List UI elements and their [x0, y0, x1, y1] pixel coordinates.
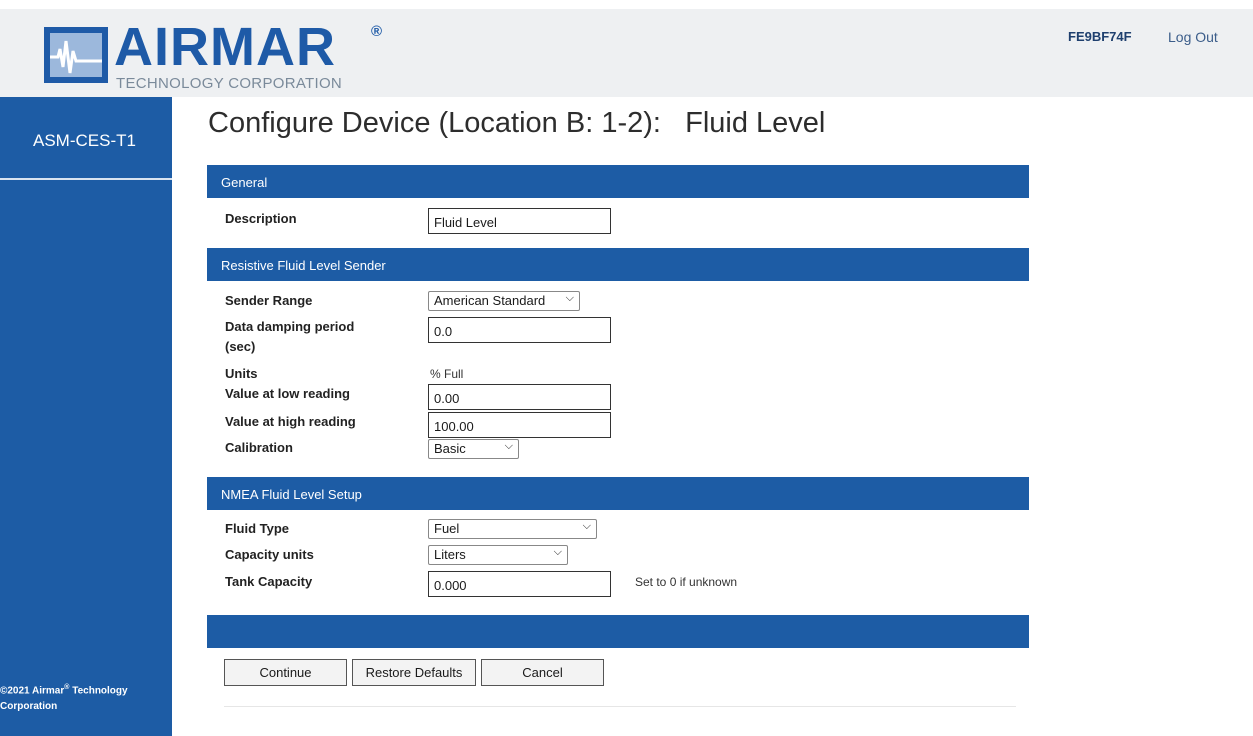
- section-general: General: [207, 165, 1029, 198]
- logo-subtitle: TECHNOLOGY CORPORATION: [116, 75, 343, 92]
- low-reading-input[interactable]: 0.00: [428, 384, 611, 410]
- description-input[interactable]: Fluid Level: [428, 208, 611, 234]
- damping-label-line2: (sec): [225, 339, 256, 354]
- form-footer-bar: [207, 615, 1029, 648]
- continue-button[interactable]: Continue: [224, 659, 347, 686]
- chevron-down-icon: ⌵: [582, 520, 591, 532]
- cancel-button[interactable]: Cancel: [481, 659, 604, 686]
- fluid-type-label: Fluid Type: [225, 521, 290, 536]
- logout-link[interactable]: Log Out: [1168, 29, 1218, 45]
- top-header: AIRMAR ® TECHNOLOGY CORPORATION FE9BF74F…: [0, 0, 1253, 97]
- damping-label: Data damping period (sec): [225, 317, 354, 357]
- sender-range-select[interactable]: American Standard ⌵: [428, 291, 580, 311]
- divider: [224, 706, 1016, 707]
- capacity-units-select[interactable]: Liters ⌵: [428, 545, 568, 565]
- logo-registered-mark: ®: [371, 23, 383, 40]
- tank-capacity-label: Tank Capacity: [225, 574, 313, 589]
- restore-defaults-button[interactable]: Restore Defaults: [352, 659, 476, 686]
- calibration-select[interactable]: Basic ⌵: [428, 439, 519, 459]
- damping-label-line1: Data damping period: [225, 319, 355, 334]
- calibration-label: Calibration: [225, 440, 293, 455]
- copyright: ©2021 Airmar® Technology Corporation: [0, 680, 172, 715]
- chevron-down-icon: ⌵: [504, 440, 513, 452]
- page-title: Configure Device (Location B: 1-2): Flui…: [208, 107, 826, 139]
- airmar-logo: AIRMAR ® TECHNOLOGY CORPORATION: [44, 17, 384, 95]
- wave-logo-icon: [44, 27, 108, 83]
- capacity-units-value: Liters: [434, 547, 466, 562]
- units-value: % Full: [430, 367, 464, 381]
- fluid-type-value: Fuel: [434, 521, 460, 536]
- high-reading-input[interactable]: 100.00: [428, 412, 611, 438]
- copyright-prefix: ©2021 Airmar: [0, 685, 65, 697]
- logo-wordmark: AIRMAR: [114, 17, 336, 77]
- sender-range-label: Sender Range: [225, 293, 313, 308]
- units-label: Units: [225, 366, 258, 381]
- chevron-down-icon: ⌵: [553, 546, 562, 558]
- description-label: Description: [225, 211, 297, 226]
- high-reading-label: Value at high reading: [225, 414, 356, 429]
- section-nmea: NMEA Fluid Level Setup: [207, 477, 1029, 510]
- sender-range-value: American Standard: [434, 293, 546, 308]
- sidebar: ASM-CES-T1 ©2021 Airmar® Technology Corp…: [0, 97, 172, 736]
- damping-input[interactable]: 0.0: [428, 317, 611, 343]
- low-reading-label: Value at low reading: [225, 386, 350, 401]
- chevron-down-icon: ⌵: [565, 292, 574, 304]
- sidebar-device-name[interactable]: ASM-CES-T1: [0, 97, 172, 180]
- tank-capacity-input[interactable]: 0.000: [428, 571, 611, 597]
- fluid-type-select[interactable]: Fuel ⌵: [428, 519, 597, 539]
- section-sender: Resistive Fluid Level Sender: [207, 248, 1029, 281]
- calibration-value: Basic: [434, 441, 466, 456]
- capacity-units-label: Capacity units: [225, 547, 314, 562]
- device-id: FE9BF74F: [1068, 29, 1132, 44]
- tank-capacity-hint: Set to 0 if unknown: [635, 575, 738, 589]
